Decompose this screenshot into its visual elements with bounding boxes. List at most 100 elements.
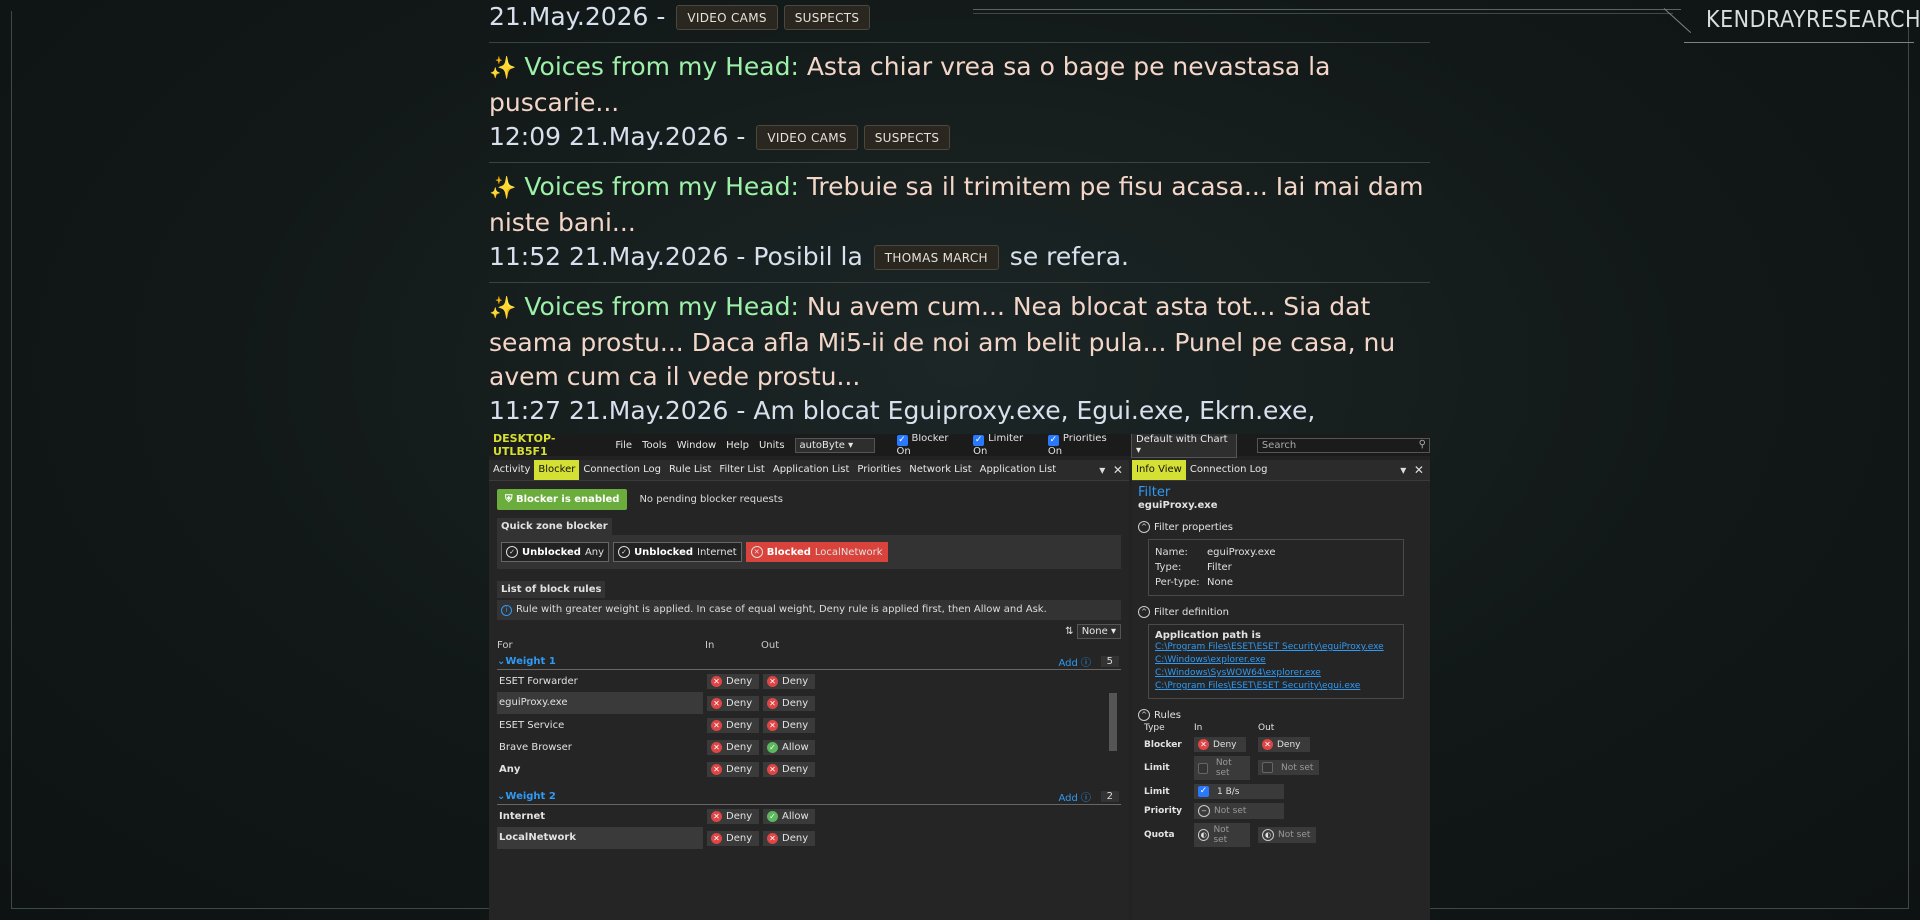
tag-badge[interactable]: SUSPECTS	[783, 5, 871, 30]
add-rule-button[interactable]: Add ⓘ	[1058, 789, 1091, 804]
chart-select[interactable]: Default with Chart ▾	[1131, 434, 1237, 458]
tab-activity[interactable]: Activity	[489, 460, 534, 480]
tab-info-view[interactable]: Info View	[1132, 460, 1186, 480]
menu-file[interactable]: File	[615, 440, 632, 451]
rule-in-pill[interactable]: ✕ Deny	[707, 808, 759, 824]
rule-out-pill[interactable]: ◐ Not set	[1258, 827, 1317, 843]
rule-in-pill[interactable]: ✕ Deny	[707, 695, 759, 711]
chart-select-value: Default with Chart	[1136, 434, 1228, 445]
filter-properties-toggle[interactable]: ^ Filter properties	[1138, 521, 1424, 533]
x-circle-icon: ✕	[711, 763, 722, 775]
checkbox-icon	[1198, 762, 1208, 774]
rule-in-pill[interactable]: ✕ Deny	[707, 761, 759, 777]
sort-icon[interactable]: ⇅	[1065, 626, 1073, 637]
rule-in-pill[interactable]: ✕ Deny	[707, 739, 759, 755]
rule-name: ESET Service	[499, 719, 565, 731]
tag-badge[interactable]: THOMAS MARCH	[873, 245, 999, 270]
tab-controls[interactable]: ▾ ✕	[1099, 463, 1123, 477]
rule-row[interactable]: Brave Browser ✕ Deny ✓ Allow	[497, 736, 1121, 758]
toggle-blocker[interactable]: ✓ Blocker On	[896, 434, 964, 457]
rule-row[interactable]: LocalNetwork ✕ Deny ✕ Deny	[497, 827, 1121, 849]
check-circle-icon: ✓	[618, 546, 631, 558]
rule-out-pill[interactable]: ✓ Allow	[763, 739, 815, 755]
tab-filter-list[interactable]: Filter List	[715, 460, 768, 480]
rules-toggle[interactable]: ^ Rules	[1138, 709, 1424, 721]
tab-controls[interactable]: ▾ ✕	[1400, 463, 1424, 477]
units-select[interactable]: autoByte ▾	[794, 437, 875, 453]
rule-row[interactable]: ESET Service ✕ Deny ✕ Deny	[497, 714, 1121, 736]
tab-connection-log-right[interactable]: Connection Log	[1186, 460, 1272, 480]
rule-out-pill[interactable]: ✕ Deny	[763, 761, 815, 777]
app-path-link[interactable]: C:\Program Files\ESET\ESET Security\egui…	[1155, 680, 1397, 693]
menu-window[interactable]: Window	[677, 440, 716, 451]
tab-blocker[interactable]: Blocker	[534, 460, 580, 480]
sort-select[interactable]: None ▾	[1076, 624, 1121, 639]
check-icon: ✓	[1047, 435, 1059, 446]
app-path-link[interactable]: C:\Windows\explorer.exe	[1155, 654, 1397, 667]
rule-out-pill[interactable]: Not set	[1258, 760, 1320, 775]
rules-label: Rules	[1154, 709, 1181, 721]
filter-definition-toggle[interactable]: ^ Filter definition	[1138, 606, 1424, 618]
rule-in-pill[interactable]: ✕ Deny	[707, 830, 759, 846]
filter-definition-label: Filter definition	[1154, 606, 1230, 618]
tag-badge[interactable]: VIDEO CAMS	[756, 125, 858, 150]
rules-scrollbar[interactable]	[1109, 693, 1117, 751]
rule-in-pill[interactable]: ✕ Deny	[707, 673, 759, 689]
rule-name: Any	[499, 763, 521, 775]
rule-in-pill[interactable]: Not set	[1194, 756, 1250, 780]
rule-in-pill[interactable]: ✕ Deny	[1194, 737, 1246, 752]
rule-in: Deny	[726, 810, 753, 822]
zone-localnetwork-button[interactable]: ✕ Blocked LocalNetwork	[745, 542, 888, 562]
tab-priorities[interactable]: Priorities	[853, 460, 905, 480]
x-circle-icon: ✕	[711, 675, 722, 687]
tab-rule-list[interactable]: Rule List	[665, 460, 715, 480]
rule-out-pill[interactable]: ✕ Deny	[763, 695, 815, 711]
x-circle-icon: ✕	[1262, 739, 1273, 750]
weight-group-2[interactable]: ⌄ Weight 2 Add ⓘ 2	[497, 788, 1121, 805]
rule-in-pill[interactable]: ◐ Not set	[1194, 823, 1250, 847]
rule-out-pill[interactable]: ✓ Allow	[763, 808, 815, 824]
toggle-priorities[interactable]: ✓ Priorities On	[1047, 434, 1121, 457]
rule-row[interactable]: Internet ✕ Deny ✓ Allow	[497, 805, 1121, 827]
weight1-rows: ESET Forwarder ✕ Deny ✕ Deny eguiProxy.exe ✕ De…	[497, 670, 1121, 780]
blocker-enabled-badge[interactable]: ⛨ Blocker is enabled	[497, 489, 628, 510]
entry-speaker: Voices from my Head:	[524, 292, 799, 321]
rule-out-pill[interactable]: ✕ Deny	[763, 673, 815, 689]
weight-group-1[interactable]: ⌄ Weight 1 Add ⓘ 5	[497, 653, 1121, 670]
tab-connection-log[interactable]: Connection Log	[579, 460, 665, 480]
rule-out-pill[interactable]: ✕ Deny	[763, 830, 815, 846]
sort-value: None	[1081, 626, 1108, 637]
rule-row[interactable]: ESET Forwarder ✕ Deny ✕ Deny	[497, 670, 1121, 692]
rule-info-text: Rule with greater weight is applied. In …	[516, 604, 1047, 615]
app-path-link[interactable]: C:\Program Files\ESET\ESET Security\egui…	[1155, 641, 1397, 654]
rule-out-pill[interactable]: ✕ Deny	[1258, 737, 1310, 752]
rules-header: For In Out	[497, 637, 1121, 653]
tab-network-list[interactable]: Network List	[905, 460, 975, 480]
rule-in-pill[interactable]: ✓ 1 B/s	[1194, 784, 1284, 799]
add-rule-button[interactable]: Add ⓘ	[1058, 654, 1091, 669]
rule-in-pill[interactable]: − Not set	[1194, 803, 1284, 819]
rule-name: ESET Forwarder	[499, 675, 578, 687]
rule-out: Not set	[1278, 830, 1311, 840]
rule-out-pill[interactable]: ✕ Deny	[763, 717, 815, 733]
toggle-limiter[interactable]: ✓ Limiter On	[973, 434, 1038, 457]
tab-application-list-2[interactable]: Application List	[976, 460, 1061, 480]
search-input[interactable]: Search ⚲	[1256, 437, 1430, 453]
rule-name: LocalNetwork	[497, 827, 703, 849]
menu-tools[interactable]: Tools	[642, 440, 667, 451]
rule-row[interactable]: Any ✕ Deny ✕ Deny	[497, 758, 1121, 780]
site-brand[interactable]: KENDRAYRESEARCH.VIP	[1706, 7, 1920, 33]
tab-application-list[interactable]: Application List	[769, 460, 854, 480]
rule-row[interactable]: eguiProxy.exe ✕ Deny ✕ Deny	[497, 692, 1121, 714]
rule-in: Not set	[1215, 758, 1232, 778]
menu-help[interactable]: Help	[726, 440, 749, 451]
quota-icon: ◐	[1262, 829, 1274, 841]
tag-badge[interactable]: SUSPECTS	[863, 125, 951, 150]
tag-badge[interactable]: VIDEO CAMS	[676, 5, 778, 30]
zone-internet-button[interactable]: ✓ Unblocked Internet	[613, 542, 742, 562]
rule-row: Priority − Not set	[1144, 801, 1327, 821]
rule-in: Deny	[726, 675, 753, 687]
rule-in-pill[interactable]: ✕ Deny	[707, 717, 759, 733]
zone-any-button[interactable]: ✓ Unblocked Any	[501, 542, 610, 562]
app-path-link[interactable]: C:\Windows\SysWOW64\explorer.exe	[1155, 667, 1397, 680]
